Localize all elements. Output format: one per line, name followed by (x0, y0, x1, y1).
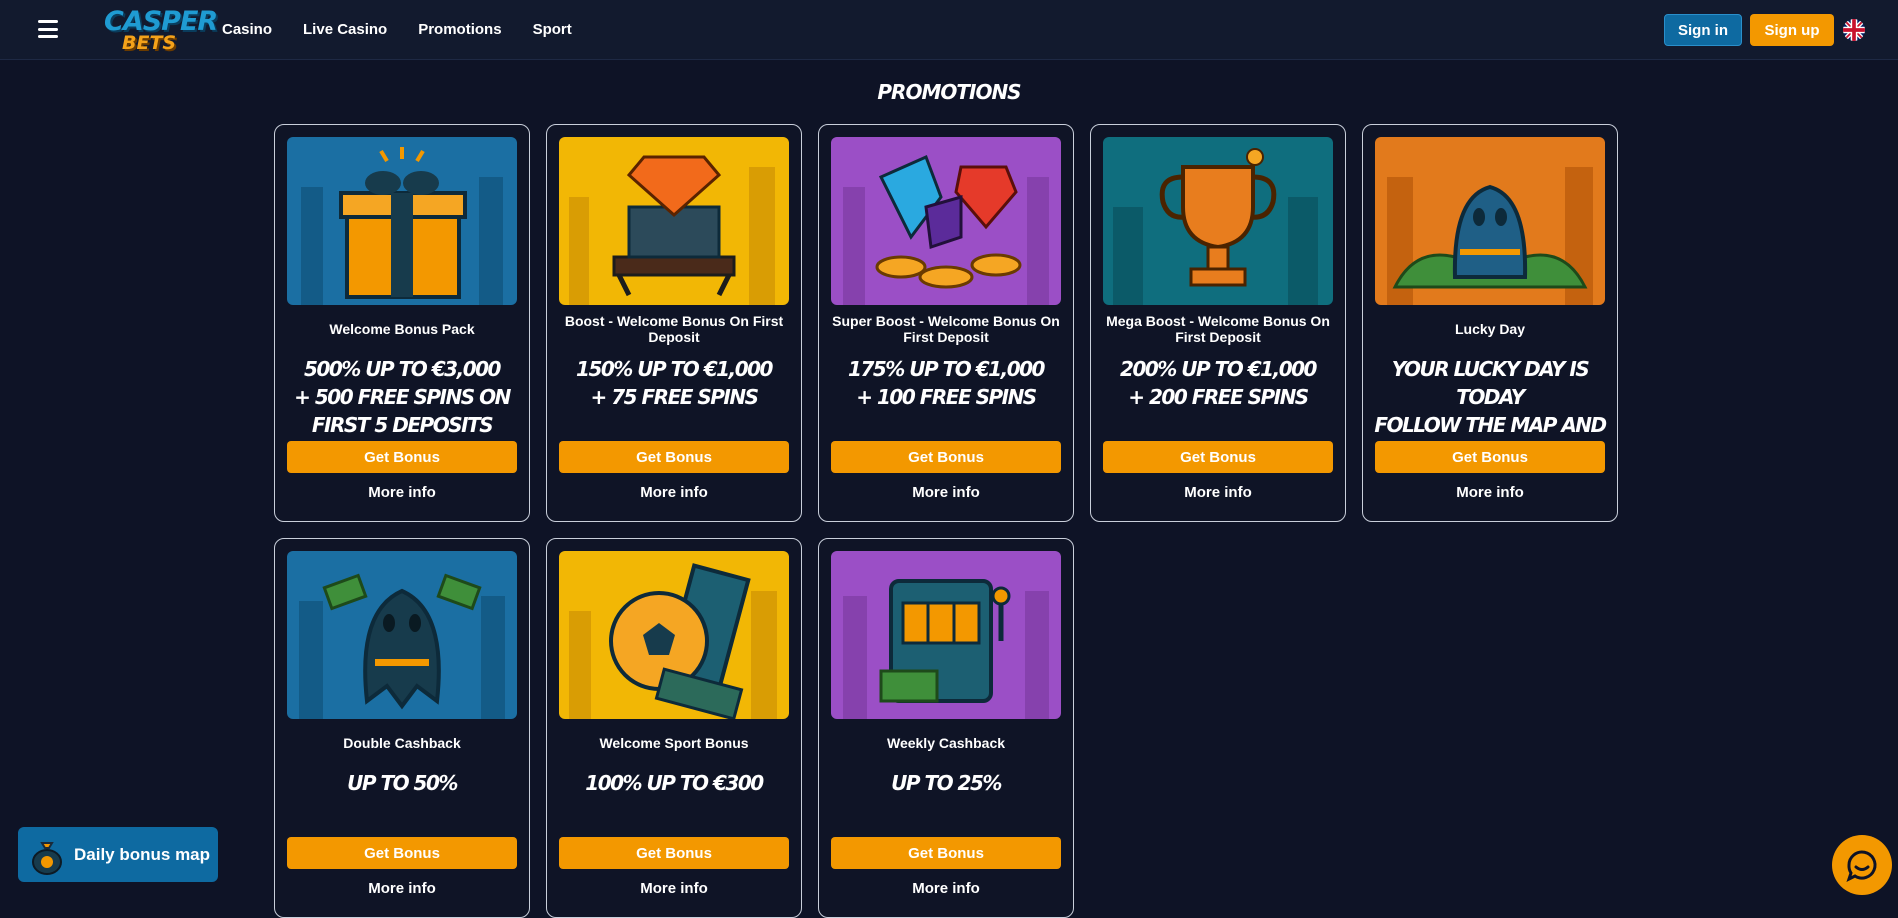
gift-box-icon (287, 137, 517, 305)
more-info-link[interactable]: More info (831, 880, 1061, 897)
trophy-icon (1103, 137, 1333, 305)
chat-bubble-icon[interactable] (1832, 835, 1892, 895)
get-bonus-button[interactable]: Get Bonus (1375, 441, 1605, 473)
logo-text-bottom: BETS (122, 32, 177, 54)
promo-offer-line: 200% up to €1,000 (1120, 357, 1317, 381)
more-info-link[interactable]: More info (287, 484, 517, 501)
get-bonus-button[interactable]: Get Bonus (287, 441, 517, 473)
promo-offer: 200% up to €1,000 + 200 free spins (1099, 355, 1337, 411)
promo-offer-line: Up to 50% (347, 771, 458, 795)
sign-up-button[interactable]: Sign up (1750, 14, 1834, 46)
get-bonus-button[interactable]: Get Bonus (831, 441, 1061, 473)
promo-offer-line: 500% up to €3,000 (304, 357, 501, 381)
promo-card-weekly-cashback: Weekly Cashback Up to 25% Get Bonus More… (818, 538, 1074, 918)
more-info-link[interactable]: More info (287, 880, 517, 897)
ghost-with-cash-icon (287, 551, 517, 719)
uk-flag-icon[interactable] (1843, 19, 1865, 41)
promo-card-mega-boost: Mega Boost - Welcome Bonus On First Depo… (1090, 124, 1346, 522)
promo-offer: Up to 50% (283, 769, 521, 797)
casper-bets-logo[interactable]: CASPER BETS (104, 6, 218, 54)
nav-live-casino[interactable]: Live Casino (303, 21, 387, 38)
promo-card-lucky-day: Lucky Day Your lucky day is today follow… (1362, 124, 1618, 522)
promo-offer-line: Your lucky day is today (1391, 357, 1590, 409)
promo-title: Lucky Day (1454, 321, 1526, 337)
page-title: PROMOTIONS (877, 80, 1021, 104)
promo-card-double-cashback: Double Cashback Up to 50% Get Bonus More… (274, 538, 530, 918)
promo-offer-line: + 200 free spins (1128, 385, 1309, 409)
promo-offer-line: 100% up to €300 (585, 771, 764, 795)
slot-machine-icon (831, 551, 1061, 719)
promo-offer-line: Up to 25% (891, 771, 1002, 795)
promo-card-welcome-bonus-pack: Welcome Bonus Pack 500% up to €3,000 + 5… (274, 124, 530, 522)
sign-in-button[interactable]: Sign in (1664, 14, 1742, 46)
hamburger-menu-icon[interactable] (38, 20, 58, 38)
get-bonus-button[interactable]: Get Bonus (287, 837, 517, 869)
promo-title: Super Boost - Welcome Bonus On First Dep… (832, 313, 1060, 345)
money-bag-icon (30, 835, 64, 875)
promo-offer-line: + 100 free spins (856, 385, 1037, 409)
promo-card-boost: Boost - Welcome Bonus On First Deposit 1… (546, 124, 802, 522)
daily-bonus-map-label: Daily bonus map (74, 844, 211, 864)
ghost-on-money-icon (1375, 137, 1605, 305)
promo-offer: 175% up to €1,000 + 100 free spins (827, 355, 1065, 411)
promo-title: Weekly Cashback (886, 735, 1006, 751)
promo-offer: 150% up to €1,000 + 75 free spins (555, 355, 793, 411)
promo-offer-line: 175% up to €1,000 (848, 357, 1045, 381)
promo-offer: 100% up to €300 (555, 769, 793, 797)
promo-offer-line: 150% up to €1,000 (576, 357, 773, 381)
nav-casino[interactable]: Casino (222, 21, 272, 38)
promo-offer: Up to 25% (827, 769, 1065, 797)
get-bonus-button[interactable]: Get Bonus (559, 441, 789, 473)
get-bonus-button[interactable]: Get Bonus (1103, 441, 1333, 473)
more-info-link[interactable]: More info (831, 484, 1061, 501)
football-and-ticket-icon (559, 551, 789, 719)
more-info-link[interactable]: More info (559, 880, 789, 897)
get-bonus-button[interactable]: Get Bonus (559, 837, 789, 869)
top-navigation-bar: CASPER BETS Casino Live Casino Promotion… (0, 0, 1898, 60)
promo-title: Welcome Bonus Pack (329, 321, 475, 337)
promo-card-welcome-sport-bonus: Welcome Sport Bonus 100% up to €300 Get … (546, 538, 802, 918)
promo-title: Mega Boost - Welcome Bonus On First Depo… (1106, 313, 1330, 345)
promo-offer-line: + 500 free spins on first 5 deposits (294, 385, 511, 437)
daily-bonus-map-button[interactable]: Daily bonus map (18, 827, 218, 882)
promo-title: Welcome Sport Bonus (599, 735, 749, 751)
nav-promotions[interactable]: Promotions (418, 21, 501, 38)
promo-title: Double Cashback (343, 735, 461, 751)
more-info-link[interactable]: More info (1103, 484, 1333, 501)
nav-sport[interactable]: Sport (533, 21, 572, 38)
promo-offer-line: + 75 free spins (590, 385, 759, 409)
diamond-on-cash-icon (559, 137, 789, 305)
more-info-link[interactable]: More info (1375, 484, 1605, 501)
get-bonus-button[interactable]: Get Bonus (831, 837, 1061, 869)
gems-and-coins-icon (831, 137, 1061, 305)
promo-card-super-boost: Super Boost - Welcome Bonus On First Dep… (818, 124, 1074, 522)
more-info-link[interactable]: More info (559, 484, 789, 501)
promo-offer: 500% up to €3,000 + 500 free spins on fi… (283, 355, 521, 439)
main-nav: Casino Live Casino Promotions Sport (222, 21, 572, 38)
promo-title: Boost - Welcome Bonus On First Deposit (564, 313, 784, 345)
